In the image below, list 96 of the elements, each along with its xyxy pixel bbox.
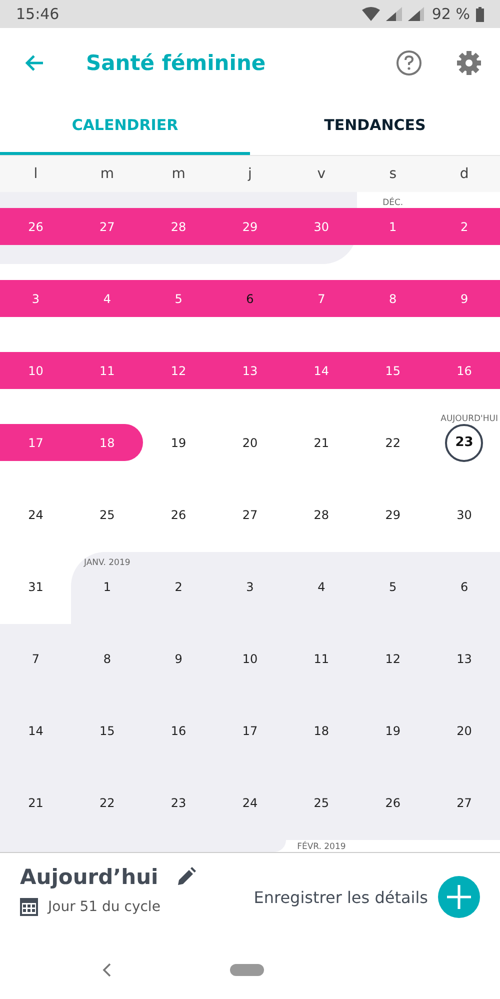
day-number[interactable]: 13 [242, 364, 258, 378]
day-number[interactable]: 18 [314, 724, 330, 738]
settings-button[interactable] [454, 48, 484, 78]
day-number[interactable]: 16 [170, 724, 186, 738]
day-number[interactable]: 16 [456, 364, 472, 378]
weekday-label: j [248, 166, 252, 182]
day-title: Aujourd’hui [20, 865, 158, 889]
day-number[interactable]: 1 [103, 580, 111, 594]
home-button[interactable] [230, 964, 264, 976]
day-number[interactable]: 14 [28, 724, 44, 738]
day-number[interactable]: 24 [242, 796, 258, 810]
day-number[interactable]: 20 [456, 724, 472, 738]
chevron-left-icon [102, 963, 112, 977]
day-number[interactable]: 22 [385, 436, 400, 450]
day-number[interactable]: 10 [242, 652, 258, 666]
month-label: DÉC. [382, 198, 404, 208]
day-number[interactable]: 9 [460, 292, 468, 306]
plus-icon [447, 885, 471, 909]
day-number[interactable]: 13 [456, 652, 472, 666]
month-label: FÉVR. 2019 [297, 842, 346, 852]
status-time: 15:46 [16, 5, 60, 23]
day-number[interactable]: 11 [314, 652, 330, 666]
day-number[interactable]: 23 [170, 796, 186, 810]
help-icon [396, 50, 422, 76]
day-number[interactable]: 11 [99, 364, 115, 378]
day-number[interactable]: 18 [99, 436, 115, 450]
day-number[interactable]: 2 [460, 220, 468, 234]
day-number[interactable]: 26 [170, 508, 186, 522]
day-number[interactable]: 28 [314, 508, 330, 522]
add-button[interactable] [438, 876, 480, 918]
help-button[interactable] [394, 48, 424, 78]
day-number[interactable]: 24 [28, 508, 44, 522]
day-number[interactable]: 26 [385, 796, 400, 810]
day-number[interactable]: 21 [28, 796, 44, 810]
day-number[interactable]: 7 [32, 652, 40, 666]
day-number[interactable]: 25 [99, 508, 115, 522]
day-number[interactable]: 8 [389, 292, 397, 306]
day-number[interactable]: 15 [385, 364, 400, 378]
edit-button[interactable] [176, 867, 196, 887]
day-number[interactable]: 28 [170, 220, 186, 234]
day-number[interactable]: 12 [385, 652, 400, 666]
day-number[interactable]: 29 [242, 220, 258, 234]
tab[interactable]: TENDANCES [250, 98, 500, 155]
day-number[interactable]: 2 [174, 580, 182, 594]
day-number[interactable]: 30 [456, 508, 472, 522]
day-number[interactable]: 20 [242, 436, 258, 450]
weekday-label: m [172, 166, 186, 182]
day-number[interactable]: 15 [99, 724, 115, 738]
day-number[interactable]: 19 [385, 724, 400, 738]
day-number[interactable]: 21 [314, 436, 330, 450]
day-number[interactable]: 4 [318, 580, 326, 594]
weekday-label: s [389, 166, 396, 182]
day-number[interactable]: 30 [314, 220, 330, 234]
day-number[interactable]: 29 [385, 508, 400, 522]
wifi-icon [362, 7, 380, 21]
day-number[interactable]: 4 [103, 292, 111, 306]
weekday-label: d [460, 166, 469, 182]
weekday-label: v [317, 166, 326, 182]
settings-icon [456, 50, 482, 76]
day-number[interactable]: 19 [170, 436, 186, 450]
day-number[interactable]: 6 [246, 292, 254, 306]
day-number[interactable]: 1 [389, 220, 397, 234]
day-number[interactable]: 26 [28, 220, 44, 234]
day-number[interactable]: 25 [314, 796, 330, 810]
day-number[interactable]: 5 [389, 580, 397, 594]
day-number[interactable]: 27 [456, 796, 472, 810]
pencil-icon [176, 867, 196, 887]
log-details-label: Enregistrer les détails [254, 888, 428, 906]
day-number[interactable]: 27 [99, 220, 115, 234]
day-number[interactable]: 17 [242, 724, 258, 738]
weekday-label: m [100, 166, 114, 182]
month-label: JANV. 2019 [84, 558, 130, 568]
day-number[interactable]: 5 [174, 292, 182, 306]
day-number[interactable]: 12 [170, 364, 186, 378]
battery-icon [476, 6, 484, 22]
weekday-label: l [34, 166, 38, 182]
day-number[interactable]: 8 [103, 652, 111, 666]
day-number[interactable]: 3 [246, 580, 254, 594]
month-label: AUJOURD'HUI [440, 414, 498, 424]
signal-icon [386, 7, 402, 21]
day-number[interactable]: 22 [99, 796, 115, 810]
day-number[interactable]: 27 [242, 508, 258, 522]
day-number[interactable]: 31 [28, 580, 44, 594]
day-number[interactable]: 9 [174, 652, 182, 666]
screen-title: Santé féminine [86, 51, 267, 75]
battery-level: 92 % [432, 5, 470, 23]
day-number[interactable]: 3 [32, 292, 40, 306]
cycle-day-text: Jour 51 du cycle [48, 899, 160, 915]
day-number[interactable]: 10 [28, 364, 44, 378]
signal-icon [408, 7, 424, 21]
day-number[interactable]: 14 [314, 364, 330, 378]
calendar-icon [20, 898, 38, 916]
today-marker[interactable]: 23 [445, 424, 484, 462]
day-number[interactable]: 7 [318, 292, 326, 306]
day-number[interactable]: 17 [28, 436, 44, 450]
day-number[interactable]: 6 [460, 580, 468, 594]
